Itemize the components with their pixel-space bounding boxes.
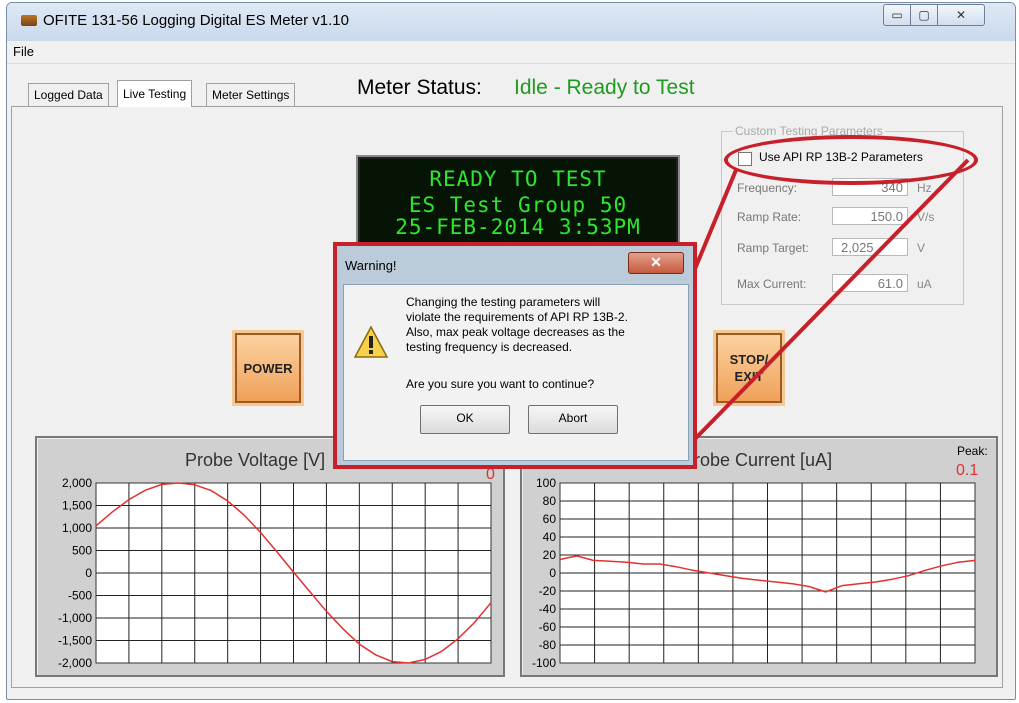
y-tick-label: 100 [536,476,556,490]
y-tick-label: 500 [72,544,92,558]
tab-live-testing[interactable]: Live Testing [117,80,193,107]
y-tick-label: 1,500 [62,499,92,513]
y-tick-label: -20 [539,584,557,598]
y-tick-label: -60 [539,620,557,634]
dialog-message-line-1: Changing the testing parameters will [406,295,601,309]
y-tick-label: 2,000 [62,476,92,490]
y-tick-label: 80 [543,494,557,508]
y-tick-label: -1,500 [58,634,92,648]
y-tick-label: -100 [532,656,556,670]
y-tick-label: -1,000 [58,611,92,625]
dialog-message-line-3: Also, max peak voltage decreases as the [406,325,625,339]
abort-button[interactable]: Abort [528,405,618,434]
y-tick-label: 1,000 [62,521,92,535]
y-tick-label: 0 [85,566,92,580]
y-tick-label: 40 [543,530,557,544]
y-tick-label: -500 [68,589,92,603]
y-tick-label: -80 [539,638,557,652]
dialog-title: Warning! [345,258,397,273]
y-tick-label: -2,000 [58,656,92,670]
ok-button[interactable]: OK [420,405,510,434]
callout-ellipse [724,135,978,185]
warning-icon [353,325,389,358]
y-tick-label: 60 [543,512,557,526]
y-tick-label: 0 [549,566,556,580]
dialog-question: Are you sure you want to continue? [406,377,595,391]
dialog-message-line-2: violate the requirements of API RP 13B-2… [406,310,628,324]
y-tick-label: -40 [539,602,557,616]
dialog-message-line-4: testing frequency is decreased. [406,340,573,354]
dialog-close-button[interactable]: ✕ [628,252,684,274]
y-tick-label: 20 [543,548,557,562]
